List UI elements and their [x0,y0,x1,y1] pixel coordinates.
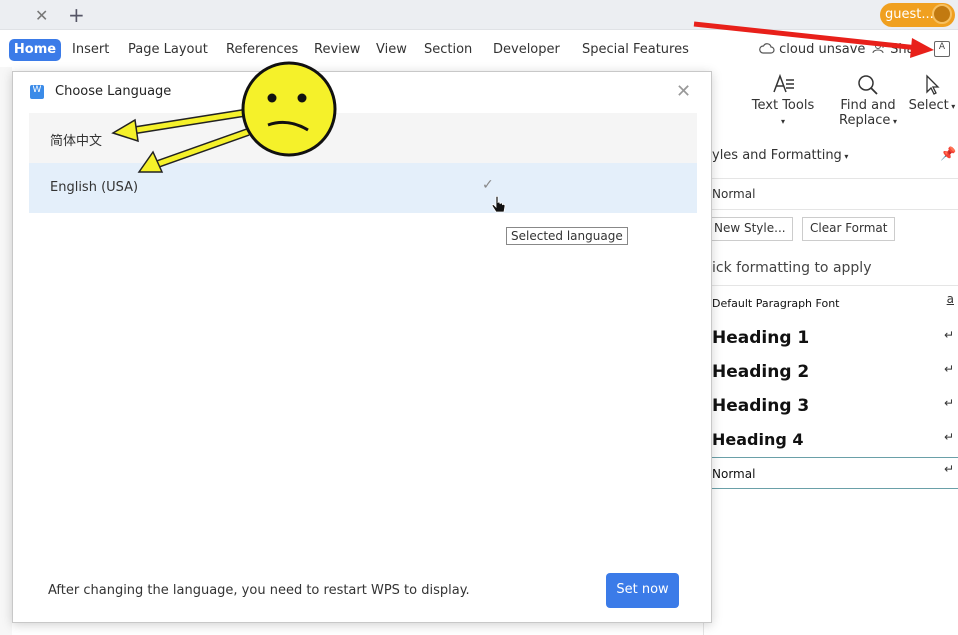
confused-face-icon [241,61,337,157]
annotation-overlay [111,21,934,173]
red-arrow [693,21,934,58]
yellow-arrow-english [137,128,250,173]
